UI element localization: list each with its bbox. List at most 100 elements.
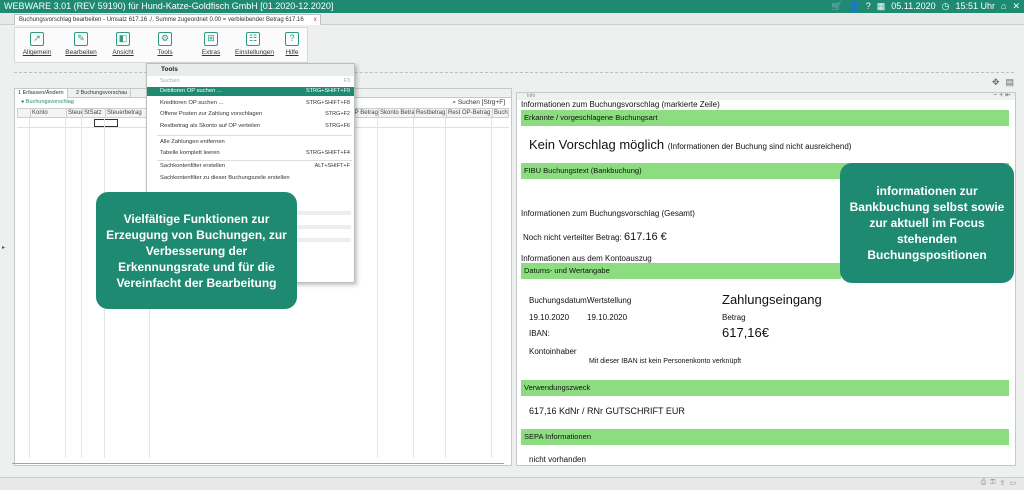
tab-buchungsvorschau[interactable]: 2 Buchungsvorschau (73, 89, 132, 98)
column-header[interactable]: StSatz (82, 109, 105, 118)
column-line (491, 118, 492, 458)
title-bar: WEBWARE 3.01 (REV 59190) für Hund-Katze-… (0, 0, 1024, 13)
home-icon[interactable]: ⌂ (1001, 0, 1006, 13)
holder-label: Kontoinhaber (529, 347, 577, 356)
arrow-icon: ↗ (30, 32, 44, 46)
menu-item-restbetrag-skonto[interactable]: Restbetrag als Skonto auf OP verteilen ST… (147, 122, 354, 131)
section-bar-datum-wert: Datums- und Wertangabe (521, 263, 841, 279)
panel-controls-icon[interactable]: − + ⇤ (993, 92, 1011, 99)
column-line (81, 118, 82, 458)
ribbon-label: Einstellungen (235, 49, 275, 56)
document-tab[interactable]: Buchungsvorschlag bearbeiten - Umsatz 61… (14, 14, 321, 25)
menu-item-shortcut: F3 (343, 78, 350, 84)
menu-item-label: Restbetrag als Skonto auf OP verteilen (160, 123, 261, 129)
column-line (65, 118, 66, 458)
column-header[interactable]: Steue (66, 109, 82, 118)
tools-menu-title: Tools (147, 64, 354, 76)
column-header[interactable]: Rest OP-Betrag (446, 109, 492, 118)
column-header[interactable]: Restbetrag (414, 109, 446, 118)
ribbon-button-hilfe[interactable]: ? Hilfe (279, 32, 305, 62)
search-label: Suchen [Strg+F] (457, 99, 505, 106)
search-field[interactable]: ⌕ Suchen [Strg+F] (452, 99, 505, 107)
column-header[interactable]: Buch (492, 109, 510, 118)
section-bar-verwendungszweck: Verwendungszweck (521, 380, 1009, 396)
menu-item-label: Offene Posten zur Zahlung vorschlagen (160, 111, 263, 117)
menu-item-sachkontenfilter-erstellen[interactable]: Sachkontenfilter erstellen ALT+SHIFT+F (147, 162, 354, 171)
feature-callout-left: Vielfältige Funktionen zur Erzeugung von… (96, 192, 297, 309)
menu-separator (157, 135, 352, 136)
help-icon: ? (285, 32, 299, 46)
document-tabstrip: Buchungsvorschlag bearbeiten - Umsatz 61… (0, 13, 1024, 25)
expand-arrow-icon[interactable]: ▸ (2, 244, 5, 251)
menu-item-label: Sachkontenfilter erstellen (160, 163, 226, 169)
ribbon-label: Extras (201, 49, 221, 56)
export-icon[interactable]: ⇪ (1000, 479, 1006, 487)
menu-item-shortcut: STRG+F2 (325, 111, 350, 117)
menu-item-kreditoren-op-suchen[interactable]: Kreditoren OP suchen ... STRG+SHIFT+F8 (147, 99, 354, 108)
ribbon-button-allgemein[interactable]: ↗ Allgemein (19, 32, 55, 62)
booking-date-label: Buchungsdatum (529, 296, 587, 305)
document-tab-label: Buchungsvorschlag bearbeiten - Umsatz 61… (19, 17, 304, 23)
date-label: 05.11.2020 (891, 1, 936, 11)
layout-icon[interactable]: ▤ (1005, 77, 1014, 88)
column-line (445, 118, 446, 458)
column-header[interactable]: Konto (30, 109, 58, 118)
active-cell[interactable] (94, 119, 118, 127)
close-tab-icon[interactable]: x (314, 15, 317, 25)
info-heading: Informationen zum Buchungsvorschlag (mar… (521, 100, 720, 109)
iban-label: IBAN: (529, 329, 550, 338)
ribbon-label: Bearbeiten (65, 49, 97, 56)
total-heading: Informationen zum Buchungsvorschlag (Ges… (521, 209, 695, 218)
settings-icon: ☷ (246, 32, 260, 46)
tools-icon: ⚙ (158, 32, 172, 46)
info-panel-header: Info − + ⇤ (517, 92, 1015, 100)
ribbon-button-extras[interactable]: ⊞ Extras (193, 32, 229, 62)
statement-heading: Informationen aus dem Kontoauszug (521, 254, 652, 263)
close-window-icon[interactable]: ✕ (1012, 0, 1020, 13)
menu-item-offene-posten-vorschlagen[interactable]: Offene Posten zur Zahlung vorschlagen STR… (147, 110, 354, 119)
calendar-icon: ▦ (876, 1, 886, 11)
menu-item-debitoren-op-suchen[interactable]: Debitoren OP suchen ... STRG+SHIFT+F9 (147, 87, 354, 96)
menu-item-label: Kreditoren OP suchen ... (160, 100, 224, 106)
menu-item-label: Alle Zahlungen entfernen (160, 139, 225, 145)
ribbon-button-bearbeiten[interactable]: ✎ Bearbeiten (63, 32, 99, 62)
tab-erfassen[interactable]: 1 Erfassen/Ändern (15, 89, 68, 98)
menu-item-tabelle-leeren[interactable]: Tabelle komplett leeren STRG+SHIFT+F4 (147, 149, 354, 158)
edit-icon: ✎ (74, 32, 88, 46)
menu-item-suchen[interactable]: Suchen F3 (147, 77, 354, 86)
window-title: WEBWARE 3.01 (REV 59190) für Hund-Katze-… (4, 1, 334, 11)
ribbon-button-tools[interactable]: ⚙ Tools (147, 32, 183, 62)
ribbon-button-einstellungen[interactable]: ☷ Einstellungen (235, 32, 275, 62)
column-header[interactable]: Skonto Betrag (378, 109, 414, 118)
horizontal-scrollbar[interactable] (12, 460, 504, 464)
menu-item-alle-zahlungen-entfernen[interactable]: Alle Zahlungen entfernen (147, 138, 354, 147)
ribbon-label: Tools (157, 49, 173, 56)
menu-item-shortcut: STRG+SHIFT+F9 (305, 88, 350, 94)
callout-text: informationen zur Bankbuchung selbst sow… (849, 184, 1005, 262)
value-date-value: 19.10.2020 (587, 313, 628, 322)
cart-icon[interactable]: 🛒 (831, 0, 842, 13)
menu-item-shortcut: STRG+SHIFT+F8 (305, 100, 350, 106)
user-icon[interactable]: 👤 (848, 0, 859, 13)
column-header[interactable]: Steuerbetrag (105, 109, 150, 118)
status-bar: ⎙ ⚿ ⇪ ▭ (0, 477, 1024, 490)
help-icon[interactable]: ? (866, 0, 871, 13)
screen-icon[interactable]: ▭ (1009, 479, 1016, 487)
section-bar-buchungsart: Erkannte / vorgeschlagene Buchungsart (521, 110, 1009, 126)
ribbon-label: Ansicht (112, 49, 134, 56)
menu-separator (157, 160, 352, 161)
menu-item-sachkontenfilter-buchungszeile[interactable]: Sachkontenfilter zu dieser Buchungszeile… (147, 174, 354, 183)
amount-label: Betrag (722, 313, 746, 322)
callout-text: Vielfältige Funktionen zur Erzeugung von… (106, 211, 287, 290)
clock-icon: ◷ (941, 1, 950, 11)
lock-icon[interactable]: ⚿ (990, 479, 995, 487)
iban-note: Mit dieser IBAN ist kein Personenkonto v… (589, 358, 742, 365)
view-tools: ✥ ▤ (992, 77, 1014, 88)
column-header-select[interactable] (18, 109, 26, 118)
menu-item-label: Sachkontenfilter zu dieser Buchungszeile… (160, 175, 290, 181)
not-distributed-label: Noch nicht verteilter Betrag: (523, 233, 622, 242)
print-icon[interactable]: ⎙ (981, 479, 987, 487)
no-suggestion-text: Kein Vorschlag möglich (Informationen de… (529, 137, 851, 152)
pin-icon[interactable]: ✥ (992, 77, 1000, 88)
ribbon-button-ansicht[interactable]: ◧ Ansicht (105, 32, 141, 62)
